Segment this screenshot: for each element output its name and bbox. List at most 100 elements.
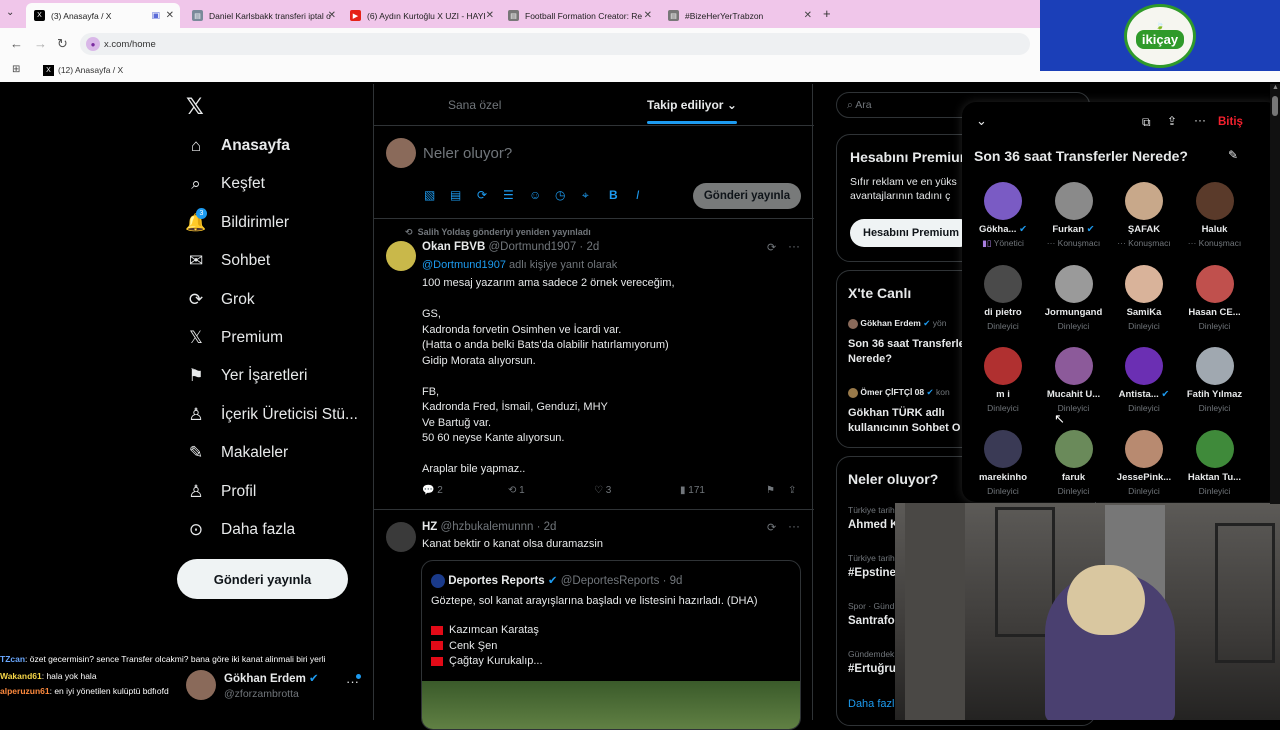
nav-item[interactable]: ⌂ Anasayfa: [186, 136, 290, 156]
nav-item[interactable]: 🔔 3 Bildirimler: [185, 207, 289, 233]
browser-tab[interactable]: ▶ (6) Aydın Kurtoğlu X UZI - HAYI ✕: [342, 3, 500, 28]
poll-icon[interactable]: ☰: [503, 188, 514, 202]
browser-tab[interactable]: ▤ Daniel Karlsbakk transferi iptal o ✕: [184, 3, 342, 28]
trend-name[interactable]: Santrafor: [848, 615, 899, 627]
space-participant[interactable]: Fatih Yılmaz Dinleyici: [1180, 347, 1250, 413]
nav-item[interactable]: ⊙ Daha fazla: [186, 520, 295, 540]
edit-icon[interactable]: ✎: [1228, 148, 1238, 162]
compose-post-button[interactable]: Gönderi yayınla: [693, 183, 801, 209]
x-logo-icon[interactable]: 𝕏: [186, 94, 204, 120]
url-field[interactable]: ● x.com/home: [80, 33, 1030, 55]
end-space-button[interactable]: Bitiş: [1218, 116, 1243, 128]
emoji-icon[interactable]: ☺: [529, 188, 541, 202]
schedule-icon[interactable]: ◷: [555, 188, 565, 202]
scrollbar-thumb[interactable]: [1272, 96, 1278, 116]
tweet-time[interactable]: · 2d: [579, 241, 599, 253]
avatar[interactable]: [386, 241, 416, 271]
share-icon[interactable]: ⇪: [1167, 114, 1177, 128]
views-button[interactable]: ▮ 171: [680, 485, 705, 496]
author-name[interactable]: Okan FBVB: [422, 241, 485, 253]
nav-item[interactable]: ⚑ Yer İşaretleri: [186, 366, 307, 386]
close-tab-icon[interactable]: ✕: [644, 10, 652, 21]
tweet[interactable]: ⟲ Salih Yoldaş gönderiyi yeniden yayınla…: [374, 218, 814, 509]
author-name[interactable]: HZ: [422, 521, 437, 533]
nav-item[interactable]: 𝕏 Premium: [186, 328, 283, 348]
account-switcher[interactable]: Gökhan Erdem ✔ @zforzambrotta ···: [186, 668, 366, 708]
author-handle[interactable]: @Dortmund1907: [488, 241, 576, 253]
space-participant[interactable]: Jormungand Dinleyici: [1039, 264, 1109, 331]
nav-item[interactable]: ♙ Profil: [186, 482, 256, 502]
apps-grid-icon[interactable]: ⊞: [12, 64, 20, 75]
space-participant[interactable]: Antista... ✔ Dinleyici: [1109, 347, 1179, 413]
space-participant[interactable]: Mucahit U... Dinleyici: [1039, 347, 1109, 413]
cast-icon[interactable]: ▣: [151, 10, 160, 21]
nav-item[interactable]: ⟳ Grok: [186, 290, 255, 310]
space-participant[interactable]: Haluk ··· Konuşmacı: [1180, 182, 1250, 248]
reply-button[interactable]: 💬 2: [422, 485, 443, 496]
scrollbar[interactable]: ▲: [1270, 84, 1280, 504]
space-participant[interactable]: faruk Dinleyici: [1039, 429, 1109, 496]
nav-item[interactable]: ✎ Makaleler: [186, 443, 288, 463]
tweet-time[interactable]: · 2d: [537, 521, 557, 533]
like-button[interactable]: ♡ 3: [594, 485, 611, 496]
live-host[interactable]: Gökhan Erdem ✔ yön: [848, 318, 946, 329]
nav-item[interactable]: ♙ İçerik Üreticisi Stü...: [186, 405, 358, 425]
back-icon[interactable]: ←: [10, 36, 23, 51]
browser-tab[interactable]: ▤ Football Formation Creator: Re ✕: [500, 3, 658, 28]
trends-more-link[interactable]: Daha fazl: [848, 698, 894, 710]
grok-icon[interactable]: ⟳: [477, 188, 487, 202]
premium-button[interactable]: Hesabını Premium: [850, 219, 974, 247]
bookmark-icon[interactable]: ⚑: [766, 485, 775, 496]
close-tab-icon[interactable]: ✕: [804, 10, 812, 21]
site-info-icon[interactable]: ●: [86, 37, 100, 51]
bookmark-item[interactable]: (12) Anasayfa / X: [58, 65, 123, 75]
quoted-media-image[interactable]: [422, 681, 800, 729]
trend-name[interactable]: Ahmed K: [848, 519, 898, 531]
space-participant[interactable]: m i Dinleyici: [968, 347, 1038, 413]
forward-icon[interactable]: →: [34, 36, 47, 51]
bold-icon[interactable]: B: [609, 188, 618, 202]
more-icon[interactable]: ···: [788, 239, 800, 253]
live-space-title[interactable]: Gökhan TÜRK adlı kullanıcının Sohbet O: [848, 406, 966, 436]
space-participant[interactable]: di pietro Dinleyici: [968, 264, 1038, 331]
live-host[interactable]: Ömer ÇİFTÇİ 08 ✔ kon: [848, 387, 950, 398]
italic-icon[interactable]: I: [636, 188, 639, 202]
image-icon[interactable]: ▧: [424, 188, 435, 202]
avatar[interactable]: [386, 522, 416, 552]
more-icon[interactable]: ···: [1194, 113, 1206, 127]
tab-search-icon[interactable]: ⌄: [6, 7, 14, 18]
space-participant[interactable]: Furkan ✔ ··· Konuşmacı: [1039, 182, 1109, 248]
repost-button[interactable]: ⟲ 1: [508, 485, 525, 496]
space-participant[interactable]: SamiKa Dinleyici: [1109, 264, 1179, 331]
quoted-tweet[interactable]: Deportes Reports ✔ @DeportesReports · 9d…: [421, 560, 801, 730]
grok-icon[interactable]: ⟳: [767, 241, 776, 254]
more-icon[interactable]: ···: [788, 519, 800, 533]
grok-icon[interactable]: ⟳: [767, 521, 776, 534]
trend-name[interactable]: #Epstine: [848, 567, 896, 579]
share-icon[interactable]: ⇪: [788, 485, 796, 496]
space-participant[interactable]: JessePink... Dinleyici: [1109, 429, 1179, 496]
tab-following[interactable]: Takip ediliyor ⌄: [647, 98, 737, 112]
browser-tab-active[interactable]: X (3) Anasayfa / X ▣ ✕: [26, 3, 180, 28]
tab-for-you[interactable]: Sana özel: [448, 98, 501, 112]
location-icon[interactable]: ⌖: [582, 188, 589, 203]
post-button[interactable]: Gönderi yayınla: [177, 559, 348, 599]
space-participant[interactable]: Hasan CE... Dinleyici: [1180, 264, 1250, 331]
browser-tab[interactable]: ▤ #BizeHerYerTrabzon ✕: [660, 3, 818, 28]
live-space-title[interactable]: Son 36 saat Transferle Nerede?: [848, 337, 966, 367]
nav-item[interactable]: ⌕ Keşfet: [186, 174, 265, 194]
minimize-icon[interactable]: ⧉: [1142, 115, 1151, 130]
reload-icon[interactable]: ↻: [57, 36, 68, 52]
gif-icon[interactable]: ▤: [450, 188, 461, 202]
tweet[interactable]: HZ @hzbukalemunnn · 2d ⟳ ··· Kanat bekti…: [374, 509, 814, 730]
space-participant[interactable]: Gökha... ✔ ▮▯ Yönetici: [968, 182, 1038, 249]
compose-input[interactable]: Neler oluyor?: [423, 145, 512, 162]
nav-item[interactable]: ✉ Sohbet: [186, 251, 270, 271]
close-tab-icon[interactable]: ✕: [166, 10, 174, 21]
trend-name[interactable]: #Ertuğru: [848, 663, 896, 675]
space-participant[interactable]: Haktan Tu... Dinleyici: [1180, 429, 1250, 496]
author-handle[interactable]: @hzbukalemunnn: [441, 521, 534, 533]
reply-to-handle[interactable]: @Dortmund1907: [422, 259, 506, 271]
close-tab-icon[interactable]: ✕: [328, 10, 336, 21]
space-participant[interactable]: ŞAFAK ··· Konuşmacı: [1109, 182, 1179, 248]
